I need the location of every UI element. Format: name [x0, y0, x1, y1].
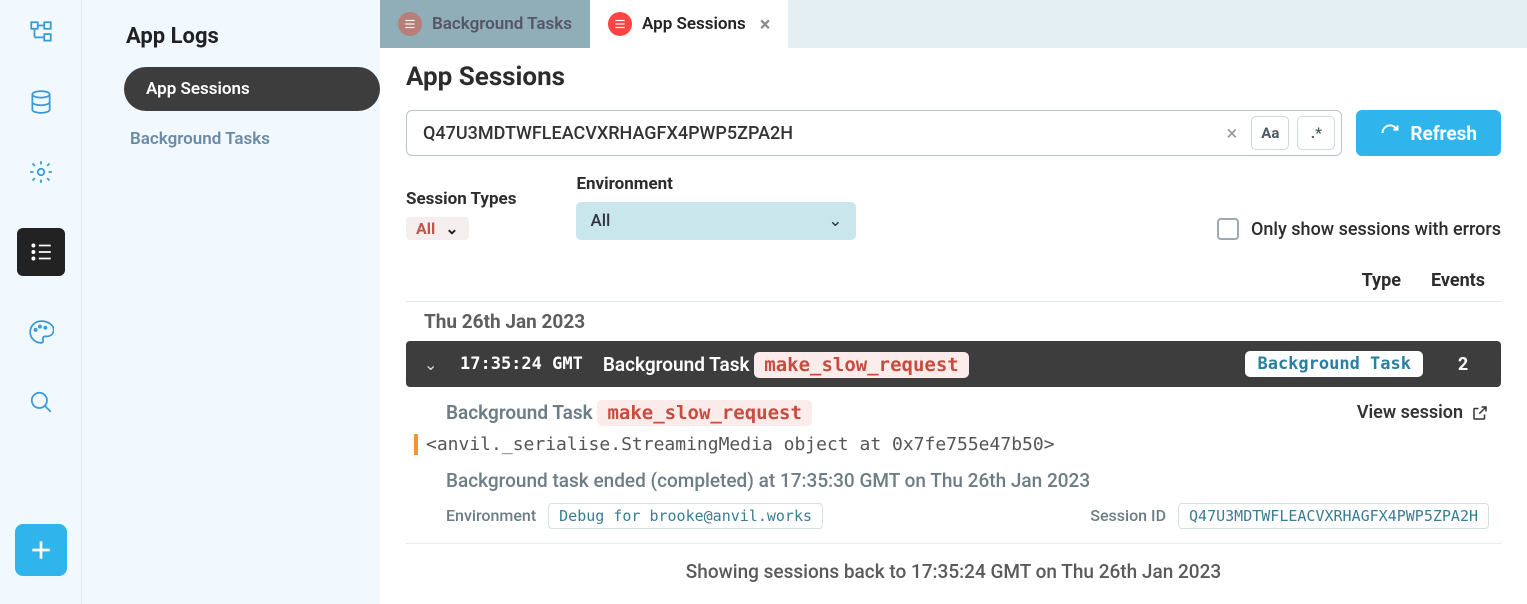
search-input[interactable] [423, 123, 1213, 144]
session-id-badge: Q47U3MDTWFLEACVXRHAGFX4PWP5ZPA2H [1178, 503, 1489, 529]
view-session-link[interactable]: View session [1357, 402, 1489, 423]
content-area: App Sessions × Aa .* Refresh Session Typ… [380, 48, 1527, 604]
tab-bar: Background Tasks App Sessions × [380, 0, 1527, 48]
events-count: 2 [1443, 354, 1483, 375]
add-button[interactable] [15, 524, 67, 576]
page-title: App Sessions [406, 62, 1501, 92]
ended-line: Background task ended (completed) at 17:… [446, 469, 1489, 492]
environment-meta-label: Environment [446, 506, 536, 525]
palette-icon[interactable] [27, 318, 55, 346]
main-area: Background Tasks App Sessions × App Sess… [380, 0, 1527, 604]
logs-icon[interactable] [17, 228, 65, 276]
list-icon [608, 12, 632, 36]
chevron-down-icon: ⌄ [445, 219, 458, 238]
session-id-label: Session ID [1090, 506, 1166, 525]
type-badge: Background Task [1245, 351, 1423, 377]
date-group: Thu 26th Jan 2023 [406, 302, 1501, 341]
sidebar-item-background-tasks[interactable]: Background Tasks [82, 117, 380, 161]
events-header: Events [1431, 270, 1485, 291]
environment-select[interactable]: All ⌄ [576, 202, 856, 240]
only-errors-checkbox[interactable] [1217, 218, 1239, 240]
search-box: × Aa .* [406, 110, 1342, 156]
icon-rail [0, 0, 82, 604]
session-details: Background Task make_slow_request View s… [406, 387, 1501, 544]
session-row[interactable]: ⌄ 17:35:24 GMT Background Task make_slow… [406, 341, 1501, 387]
session-types-select[interactable]: All ⌄ [406, 217, 469, 240]
chevron-down-icon: ⌄ [828, 211, 842, 231]
clear-icon[interactable]: × [1221, 121, 1244, 145]
refresh-icon [1380, 123, 1400, 143]
tab-background-tasks[interactable]: Background Tasks [380, 0, 590, 48]
tab-app-sessions[interactable]: App Sessions × [590, 0, 788, 48]
case-sensitive-button[interactable]: Aa [1251, 116, 1289, 150]
search-icon[interactable] [27, 388, 55, 416]
detail-task-name-badge: make_slow_request [597, 400, 811, 426]
log-line: <anvil._serialise.StreamingMedia object … [414, 434, 1489, 455]
session-task-label: Background Task make_slow_request [603, 353, 969, 376]
sidebar-item-app-sessions[interactable]: App Sessions [124, 67, 380, 111]
only-errors-label: Only show sessions with errors [1251, 219, 1501, 240]
close-icon[interactable]: × [760, 12, 771, 36]
refresh-button[interactable]: Refresh [1356, 110, 1501, 156]
gear-icon[interactable] [27, 158, 55, 186]
footer-line: Showing sessions back to 17:35:24 GMT on… [406, 544, 1501, 599]
session-types-label: Session Types [406, 189, 516, 209]
side-panel: App Logs App Sessions Background Tasks [82, 0, 380, 604]
chevron-down-icon: ⌄ [424, 355, 440, 374]
list-icon [398, 12, 422, 36]
external-link-icon [1471, 404, 1489, 422]
session-time: 17:35:24 GMT [460, 354, 583, 374]
type-header: Type [1362, 270, 1401, 291]
database-icon[interactable] [27, 88, 55, 116]
regex-button[interactable]: .* [1297, 116, 1335, 150]
side-panel-title: App Logs [82, 16, 380, 67]
environment-label: Environment [576, 174, 856, 194]
detail-task-label: Background Task [446, 401, 593, 424]
environment-meta-badge: Debug for brooke@anvil.works [548, 503, 823, 529]
app-browser-icon[interactable] [27, 18, 55, 46]
task-name-badge: make_slow_request [754, 352, 968, 378]
